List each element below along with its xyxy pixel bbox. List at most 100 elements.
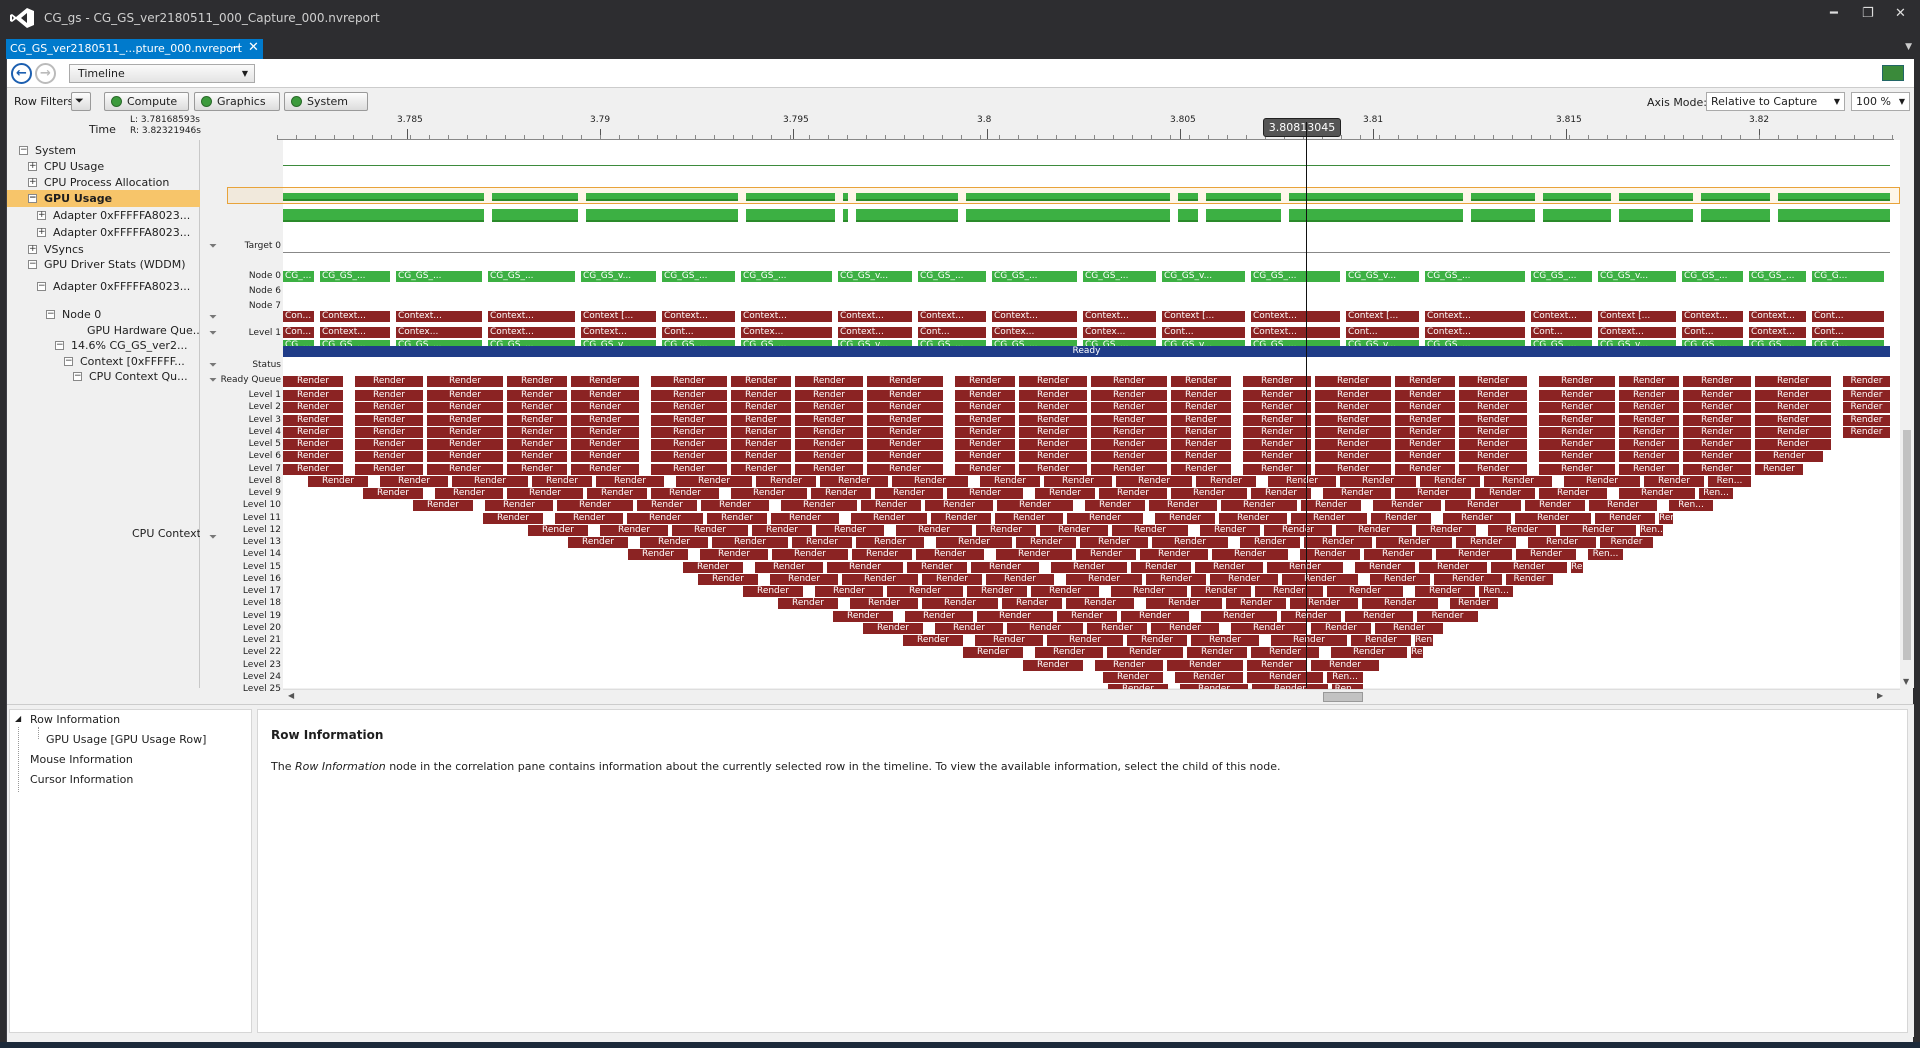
level-render-segment[interactable]: Render [1091, 463, 1167, 475]
level-render-segment[interactable]: Render [587, 488, 647, 499]
context-segment[interactable]: Context... [1682, 311, 1743, 322]
level-render-segment[interactable]: Render [507, 451, 567, 463]
level-render-segment[interactable]: Render [975, 635, 1043, 646]
level-render-segment[interactable]: Render [811, 488, 871, 499]
level-render-segment[interactable]: Render [1290, 598, 1358, 610]
level-render-segment[interactable]: Render [1291, 512, 1367, 524]
context-segment[interactable]: Context... [662, 311, 735, 322]
level-render-segment[interactable]: Render [283, 463, 343, 475]
gpu-usage-segment[interactable] [746, 193, 835, 201]
level-render-segment[interactable]: Render [996, 549, 1072, 561]
hw-queue-segment[interactable]: Contex... [992, 327, 1077, 338]
level-render-segment[interactable]: Render [1087, 622, 1147, 634]
node0-segment[interactable]: CG_GS_v... [1598, 271, 1676, 282]
tree-row[interactable]: − GPU Usage [7, 190, 200, 207]
level-render-segment[interactable]: Render [795, 402, 863, 414]
level-render-segment[interactable]: Render [820, 475, 888, 487]
level-render-segment[interactable]: Render [1755, 426, 1831, 438]
level-render-segment[interactable]: Render [1282, 573, 1358, 585]
level-render-segment[interactable]: Render [1091, 439, 1167, 450]
level-render-segment[interactable]: Render [1516, 549, 1576, 561]
level-render-segment[interactable]: Render [867, 439, 943, 450]
ready-queue-render[interactable]: Render [1395, 376, 1455, 387]
level-render-segment[interactable]: Render [1443, 512, 1511, 524]
hw-queue-segment[interactable]: Cont... [662, 327, 735, 338]
level-render-segment[interactable]: Render [427, 463, 503, 475]
context-segment[interactable]: Context... [320, 311, 390, 322]
level-render-segment[interactable]: Render [1019, 463, 1087, 475]
level-render-segment[interactable]: Render [997, 500, 1073, 512]
level-render-segment[interactable]: Render [1171, 390, 1231, 401]
level-render-segment[interactable]: Render [1362, 598, 1438, 610]
ready-queue-render[interactable]: Render [427, 376, 503, 387]
level-render-segment[interactable]: Render [1336, 524, 1412, 536]
gpu-usage-segment[interactable] [1778, 193, 1890, 201]
level-render-segment[interactable]: Ren... [1669, 500, 1713, 512]
back-button[interactable]: ← [11, 63, 32, 84]
forward-button[interactable]: → [35, 63, 56, 84]
level-render-segment[interactable]: Render [427, 426, 503, 438]
level-render-segment[interactable]: Ren... [1588, 549, 1623, 561]
level-render-segment[interactable]: Render [1395, 402, 1455, 414]
ready-queue-render[interactable]: Render [1755, 376, 1831, 387]
context-segment[interactable]: Context... [1083, 311, 1156, 322]
level-render-segment[interactable]: Render [640, 537, 708, 548]
level-render-segment[interactable]: Render [1146, 573, 1206, 585]
level-render-segment[interactable]: Render [856, 537, 924, 548]
level-render-segment[interactable]: Render [1416, 524, 1476, 536]
level-render-segment[interactable]: Render [1539, 414, 1615, 426]
restore-button[interactable]: ❐ [1862, 6, 1874, 21]
level-render-segment[interactable]: Render [698, 573, 758, 585]
hw-queue-segment[interactable]: Context... [1425, 327, 1525, 338]
level-render-segment[interactable]: Render [1351, 635, 1411, 646]
hw-queue-segment[interactable]: Contex... [396, 327, 482, 338]
level-render-segment[interactable]: Render [700, 549, 768, 561]
level-render-segment[interactable]: Render [1221, 500, 1297, 512]
tree-row[interactable]: − GPU Driver Stats (WDDM) [7, 256, 200, 273]
level-render-segment[interactable]: Render [731, 463, 791, 475]
node0-segment[interactable]: CG_GS_... [396, 271, 482, 282]
level-render-segment[interactable]: Render [1315, 402, 1391, 414]
level-render-segment[interactable]: Render [867, 390, 943, 401]
expander-icon[interactable]: − [19, 146, 28, 155]
scroll-down-icon[interactable]: ▼ [1903, 677, 1909, 686]
level-render-segment[interactable]: Render [1755, 390, 1831, 401]
level-render-segment[interactable]: Render [1484, 475, 1552, 487]
level-render-segment[interactable]: Render [995, 512, 1063, 524]
level-render-segment[interactable]: Render [887, 586, 963, 597]
level-render-segment[interactable]: Render [1171, 451, 1231, 463]
ready-queue-render[interactable]: Render [1459, 376, 1527, 387]
level-render-segment[interactable]: Render [1528, 537, 1596, 548]
level-render-segment[interactable]: Render [1251, 488, 1311, 499]
node0-segment[interactable]: CG_GS_... [1531, 271, 1592, 282]
node0-segment[interactable]: CG_GS_v... [581, 271, 656, 282]
level-render-segment[interactable]: Render [1315, 390, 1391, 401]
level-render-segment[interactable]: Render [1007, 622, 1083, 634]
gpu-usage-segment[interactable] [843, 209, 848, 222]
node0-segment[interactable]: CG_GS_... [992, 271, 1077, 282]
node0-segment[interactable]: CG_GS_... [918, 271, 986, 282]
level-render-segment[interactable]: Render [283, 426, 343, 438]
gpu-usage-segment[interactable] [1701, 209, 1770, 222]
level-render-segment[interactable]: Render [955, 463, 1015, 475]
level-render-segment[interactable]: Render [1345, 610, 1413, 622]
level-render-segment[interactable]: Render [571, 426, 639, 438]
document-tab[interactable]: CG_GS_ver2180511_...pture_000.nvreport ⊣… [6, 39, 263, 59]
tree-row[interactable]: + CPU Process Allocation [7, 174, 200, 191]
level-render-segment[interactable]: Render [651, 426, 727, 438]
ready-queue-render[interactable]: Render [867, 376, 943, 387]
node0-segment[interactable]: CG_GS_v... [1162, 271, 1245, 282]
level-render-segment[interactable]: Render [1445, 500, 1521, 512]
hw-queue-segment[interactable]: Context... [581, 327, 656, 338]
node0-segment[interactable]: CG_GS_... [1251, 271, 1340, 282]
level-render-segment[interactable]: Render [816, 524, 884, 536]
level-render-segment[interactable]: Render [1491, 561, 1567, 573]
level-render-segment[interactable]: Render [772, 549, 848, 561]
context-segment[interactable]: Con... [283, 311, 314, 322]
level-render-segment[interactable]: Render [1243, 463, 1311, 475]
level-render-segment[interactable]: Render [1300, 549, 1360, 561]
ready-queue-render[interactable]: Render [507, 376, 567, 387]
level-render-segment[interactable]: Render [413, 500, 473, 512]
level-render-segment[interactable]: Render [1619, 426, 1679, 438]
hw-queue-segment[interactable]: Contex... [741, 327, 832, 338]
